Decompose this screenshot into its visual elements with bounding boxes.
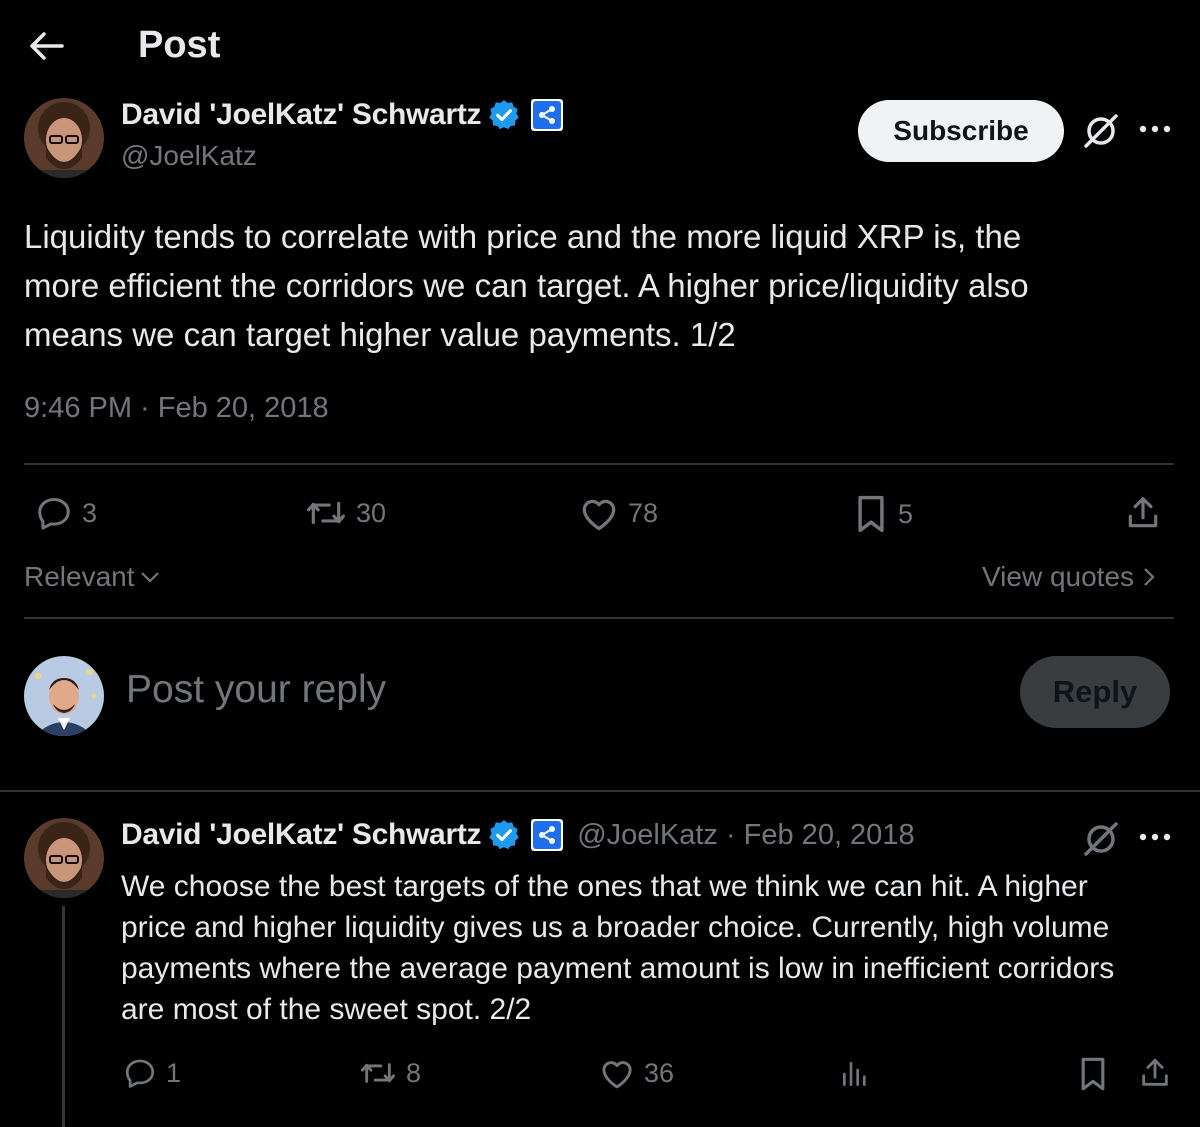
verified-badge-icon [487,818,521,852]
post-text-line: more efficient the corridors we can targ… [24,267,1029,304]
sort-label: Relevant [24,561,135,592]
my-avatar[interactable] [24,656,104,736]
view-quotes-label: View quotes [982,561,1135,592]
ripple-affiliate-icon[interactable] [531,819,564,851]
page-title: Post [138,24,221,66]
post-text: Liquidity tends to correlate with price … [24,212,1184,359]
author-handle[interactable]: @JoelKatz [121,140,257,172]
reply-count: 3 [82,497,98,528]
like-count: 36 [644,1057,675,1088]
post-text-line: Liquidity tends to correlate with price … [24,218,1022,255]
grok-slash-icon[interactable] [1082,112,1120,150]
more-icon[interactable] [1138,830,1172,844]
reply-text-line: We choose the best targets of the ones t… [121,870,1088,903]
back-arrow-icon[interactable] [26,28,66,64]
chevron-down-icon [139,569,161,585]
bookmark-icon [852,494,890,534]
divider [24,617,1174,619]
thread-line [62,906,65,1127]
repost-count: 8 [406,1057,422,1088]
author-avatar[interactable] [24,98,104,178]
grok-slash-icon[interactable] [1082,820,1120,858]
reply-author-name[interactable]: David 'JoelKatz' Schwartz [121,818,482,852]
reply-icon [122,1056,158,1090]
repost-icon [304,494,348,532]
view-quotes-link[interactable]: View quotes [982,561,1156,593]
share-icon[interactable] [1138,1056,1172,1090]
more-icon[interactable] [1138,122,1172,136]
share-icon[interactable] [1124,494,1162,532]
repost-icon [358,1056,398,1090]
bookmark-icon[interactable] [1076,1056,1110,1092]
chevron-right-icon [1142,566,1156,588]
reply-action[interactable]: 3 [34,494,97,532]
bookmark-action[interactable]: 5 [852,494,913,534]
bookmark-count: 5 [898,498,914,529]
reply-text-line: price and higher liquidity gives us a br… [121,911,1110,944]
reply-author-avatar[interactable] [24,818,104,898]
author-name[interactable]: David 'JoelKatz' Schwartz [121,98,482,132]
reply-action[interactable]: 1 [122,1056,181,1090]
divider [24,463,1174,465]
post-text-line: means we can target higher value payment… [24,316,736,353]
repost-action[interactable]: 8 [358,1056,421,1090]
reply-text: We choose the best targets of the ones t… [121,866,1191,1030]
repost-count: 30 [356,497,387,528]
repost-action[interactable]: 30 [304,494,386,532]
like-icon [598,1056,636,1090]
reply-input[interactable]: Post your reply [126,668,386,712]
like-action[interactable]: 78 [578,494,658,532]
reply-handle-date[interactable]: @JoelKatz · Feb 20, 2018 [577,819,914,852]
reply-count: 1 [166,1057,182,1088]
reply-text-line: are most of the sweet spot. 2/2 [121,993,532,1026]
reply-text-line: payments where the average payment amoun… [121,952,1115,985]
reply-icon [34,494,74,532]
like-action[interactable]: 36 [598,1056,674,1090]
ripple-affiliate-icon[interactable] [531,99,564,131]
subscribe-button[interactable]: Subscribe [858,100,1064,162]
sort-dropdown[interactable]: Relevant [24,561,161,593]
views-icon[interactable] [838,1058,872,1090]
verified-badge-icon [487,98,521,132]
reply-button[interactable]: Reply [1020,656,1170,728]
divider [0,790,1200,792]
like-icon [578,494,620,532]
like-count: 78 [628,497,659,528]
post-timestamp[interactable]: 9:46 PM · Feb 20, 2018 [24,392,329,425]
